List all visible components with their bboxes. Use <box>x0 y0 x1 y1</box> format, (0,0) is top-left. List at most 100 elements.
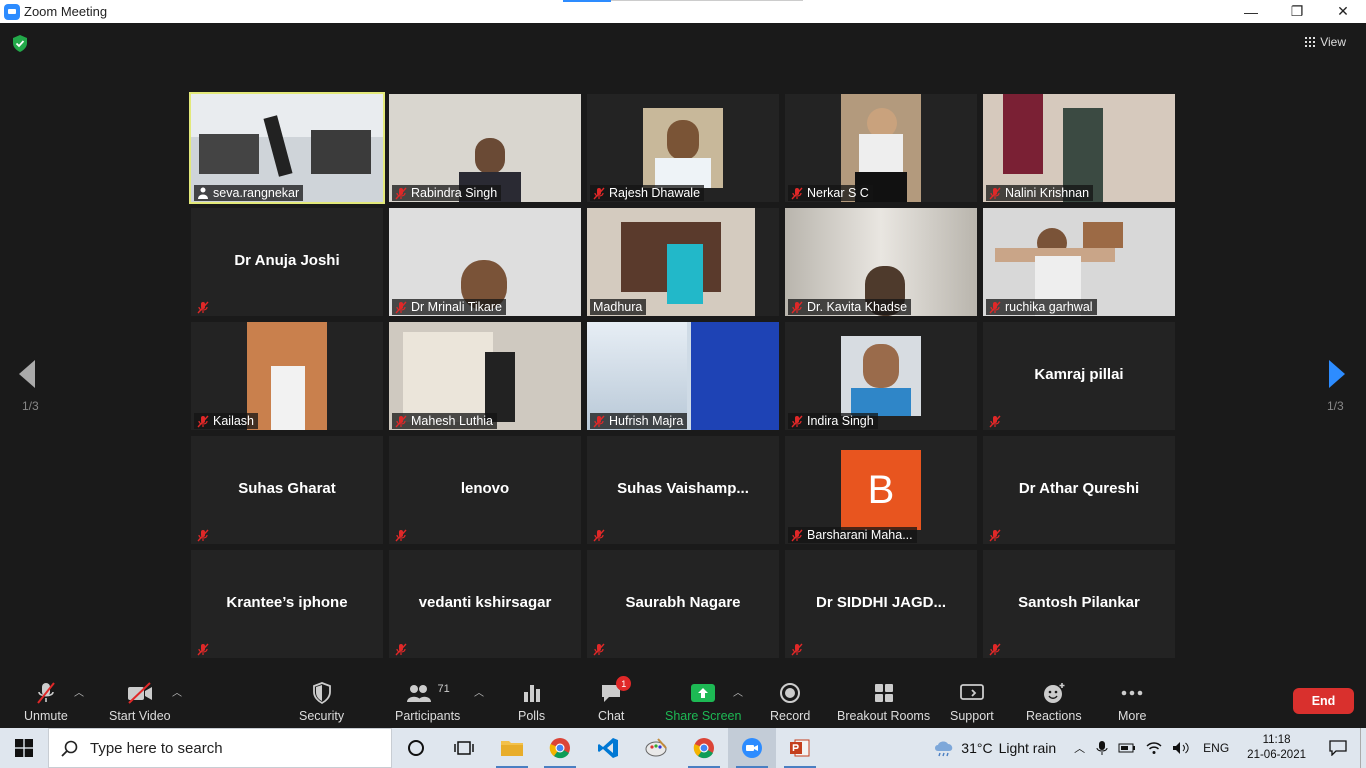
encryption-shield-icon[interactable] <box>12 35 28 52</box>
participant-tile[interactable]: Dr Mrinali Tikare <box>389 208 581 316</box>
participant-name-label: Dr. Kavita Khadse <box>788 299 912 315</box>
close-button[interactable]: ✕ <box>1320 0 1366 23</box>
record-button[interactable]: Record <box>770 680 810 723</box>
participant-name-center: Dr Anuja Joshi <box>234 252 340 269</box>
share-screen-button[interactable]: Share Screen <box>665 680 741 723</box>
taskbar-zoom[interactable] <box>728 728 776 768</box>
participant-name-label: Hufrish Majra <box>590 413 688 429</box>
reactions-button[interactable]: Reactions <box>1026 680 1082 723</box>
start-video-button[interactable]: Start Video <box>109 680 171 723</box>
restore-button[interactable]: ❐ <box>1274 0 1320 23</box>
taskbar-paint[interactable] <box>632 728 680 768</box>
muted-mic-icon <box>197 643 209 656</box>
audio-options-caret[interactable]: ︿ <box>74 684 84 699</box>
pin-person-icon <box>198 187 208 199</box>
taskbar-search-box[interactable]: Type here to search <box>48 728 392 768</box>
participant-tile[interactable]: Krantee’s iphone <box>191 550 383 658</box>
search-placeholder: Type here to search <box>90 739 223 757</box>
participant-name-center: Suhas Gharat <box>238 480 336 497</box>
task-view-icon <box>454 741 474 755</box>
minimize-button[interactable]: — <box>1228 0 1274 23</box>
participant-tile[interactable]: Hufrish Majra <box>587 322 779 430</box>
participant-tile[interactable]: Dr SIDDHI JAGD... <box>785 550 977 658</box>
participant-tile[interactable]: Santosh Pilankar <box>983 550 1175 658</box>
participant-name-center: vedanti kshirsagar <box>418 594 552 611</box>
battery-icon[interactable] <box>1118 742 1136 754</box>
zoom-app-icon <box>4 3 20 20</box>
participant-tile[interactable]: seva.rangnekar <box>189 92 385 204</box>
volume-icon[interactable] <box>1172 741 1190 755</box>
participant-name-label <box>194 300 213 315</box>
folder-icon <box>501 741 523 756</box>
participant-name: Dr Mrinali Tikare <box>411 300 502 314</box>
participant-tile[interactable]: Suhas Vaishamp... <box>587 436 779 544</box>
participant-name-label <box>194 642 213 657</box>
participant-name-label <box>986 642 1005 657</box>
participant-tile[interactable]: vedanti kshirsagar <box>389 550 581 658</box>
weather-widget[interactable]: 31°C Light rain <box>933 739 1056 757</box>
participant-tile[interactable]: Nerkar S C <box>785 94 977 202</box>
tray-expand-chevron-icon[interactable]: ︿ <box>1074 740 1085 756</box>
view-button[interactable]: View <box>1305 35 1346 49</box>
participant-tile[interactable]: Rabindra Singh <box>389 94 581 202</box>
wifi-icon[interactable] <box>1146 741 1162 755</box>
participant-tile[interactable]: Rajesh Dhawale <box>587 94 779 202</box>
polls-button[interactable]: Polls <box>518 680 545 723</box>
participant-name-label <box>986 414 1005 429</box>
participant-name-label: Rajesh Dhawale <box>590 185 705 201</box>
participant-tile[interactable]: Kamraj pillai <box>983 322 1175 430</box>
taskbar-file-explorer[interactable] <box>488 728 536 768</box>
participant-tile[interactable]: Kailash <box>191 322 383 430</box>
language-indicator[interactable]: ENG <box>1203 741 1229 755</box>
participant-name-label: Mahesh Luthia <box>392 413 498 429</box>
show-desktop-button[interactable] <box>1360 728 1366 768</box>
start-button[interactable] <box>0 728 48 768</box>
participant-tile[interactable]: Mahesh Luthia <box>389 322 581 430</box>
muted-mic-icon <box>791 301 803 313</box>
previous-page-arrow-icon[interactable] <box>18 359 36 389</box>
support-button[interactable]: Support <box>950 680 994 723</box>
participant-tile[interactable]: Indira Singh <box>785 322 977 430</box>
taskbar-vscode[interactable] <box>584 728 632 768</box>
security-button[interactable]: Security <box>299 680 344 723</box>
taskbar-chrome-2[interactable] <box>680 728 728 768</box>
next-page-arrow-icon[interactable] <box>1328 359 1346 389</box>
unmute-button[interactable]: Unmute <box>24 680 68 723</box>
participant-tile[interactable]: Saurabh Nagare <box>587 550 779 658</box>
participant-tile[interactable]: Dr. Kavita Khadse <box>785 208 977 316</box>
cortana-button[interactable] <box>392 728 440 768</box>
muted-mic-icon <box>197 415 209 427</box>
taskbar-powerpoint[interactable] <box>776 728 824 768</box>
participant-tile[interactable]: B Barsharani Maha... <box>785 436 977 544</box>
participants-options-caret[interactable]: ︿ <box>474 684 484 699</box>
title-divider <box>611 0 803 1</box>
notifications-button[interactable] <box>1316 728 1360 768</box>
muted-mic-icon <box>989 529 1001 542</box>
participant-name: Dr. Kavita Khadse <box>807 300 908 314</box>
breakout-rooms-button[interactable]: Breakout Rooms <box>837 680 930 723</box>
view-label: View <box>1320 35 1346 49</box>
microphone-muted-icon <box>37 682 55 704</box>
video-camera-off-icon <box>127 682 152 704</box>
participant-tile[interactable]: lenovo <box>389 436 581 544</box>
participant-tile[interactable]: Nalini Krishnan <box>983 94 1175 202</box>
participant-name-label: Nerkar S C <box>788 185 873 201</box>
participant-tile[interactable]: Dr Athar Qureshi <box>983 436 1175 544</box>
share-options-caret[interactable]: ︿ <box>733 684 743 699</box>
microphone-tray-icon[interactable] <box>1096 740 1108 756</box>
participant-tile[interactable]: Madhura <box>587 208 779 316</box>
task-view-button[interactable] <box>440 728 488 768</box>
video-options-caret[interactable]: ︿ <box>172 684 182 699</box>
record-icon <box>780 683 801 703</box>
more-button[interactable]: More <box>1118 680 1146 723</box>
participant-tile[interactable]: Suhas Gharat <box>191 436 383 544</box>
participant-name-label <box>392 642 411 657</box>
clock[interactable]: 11:18 21-06-2021 <box>1247 733 1306 763</box>
clock-time: 11:18 <box>1262 734 1291 746</box>
taskbar-chrome[interactable] <box>536 728 584 768</box>
participant-tile[interactable]: ruchika garhwal <box>983 208 1175 316</box>
end-meeting-button[interactable]: End <box>1293 688 1354 714</box>
chat-button[interactable]: 1 Chat <box>598 676 632 723</box>
participant-tile[interactable]: Dr Anuja Joshi <box>191 208 383 316</box>
participants-button[interactable]: 71 Participants <box>395 680 460 723</box>
